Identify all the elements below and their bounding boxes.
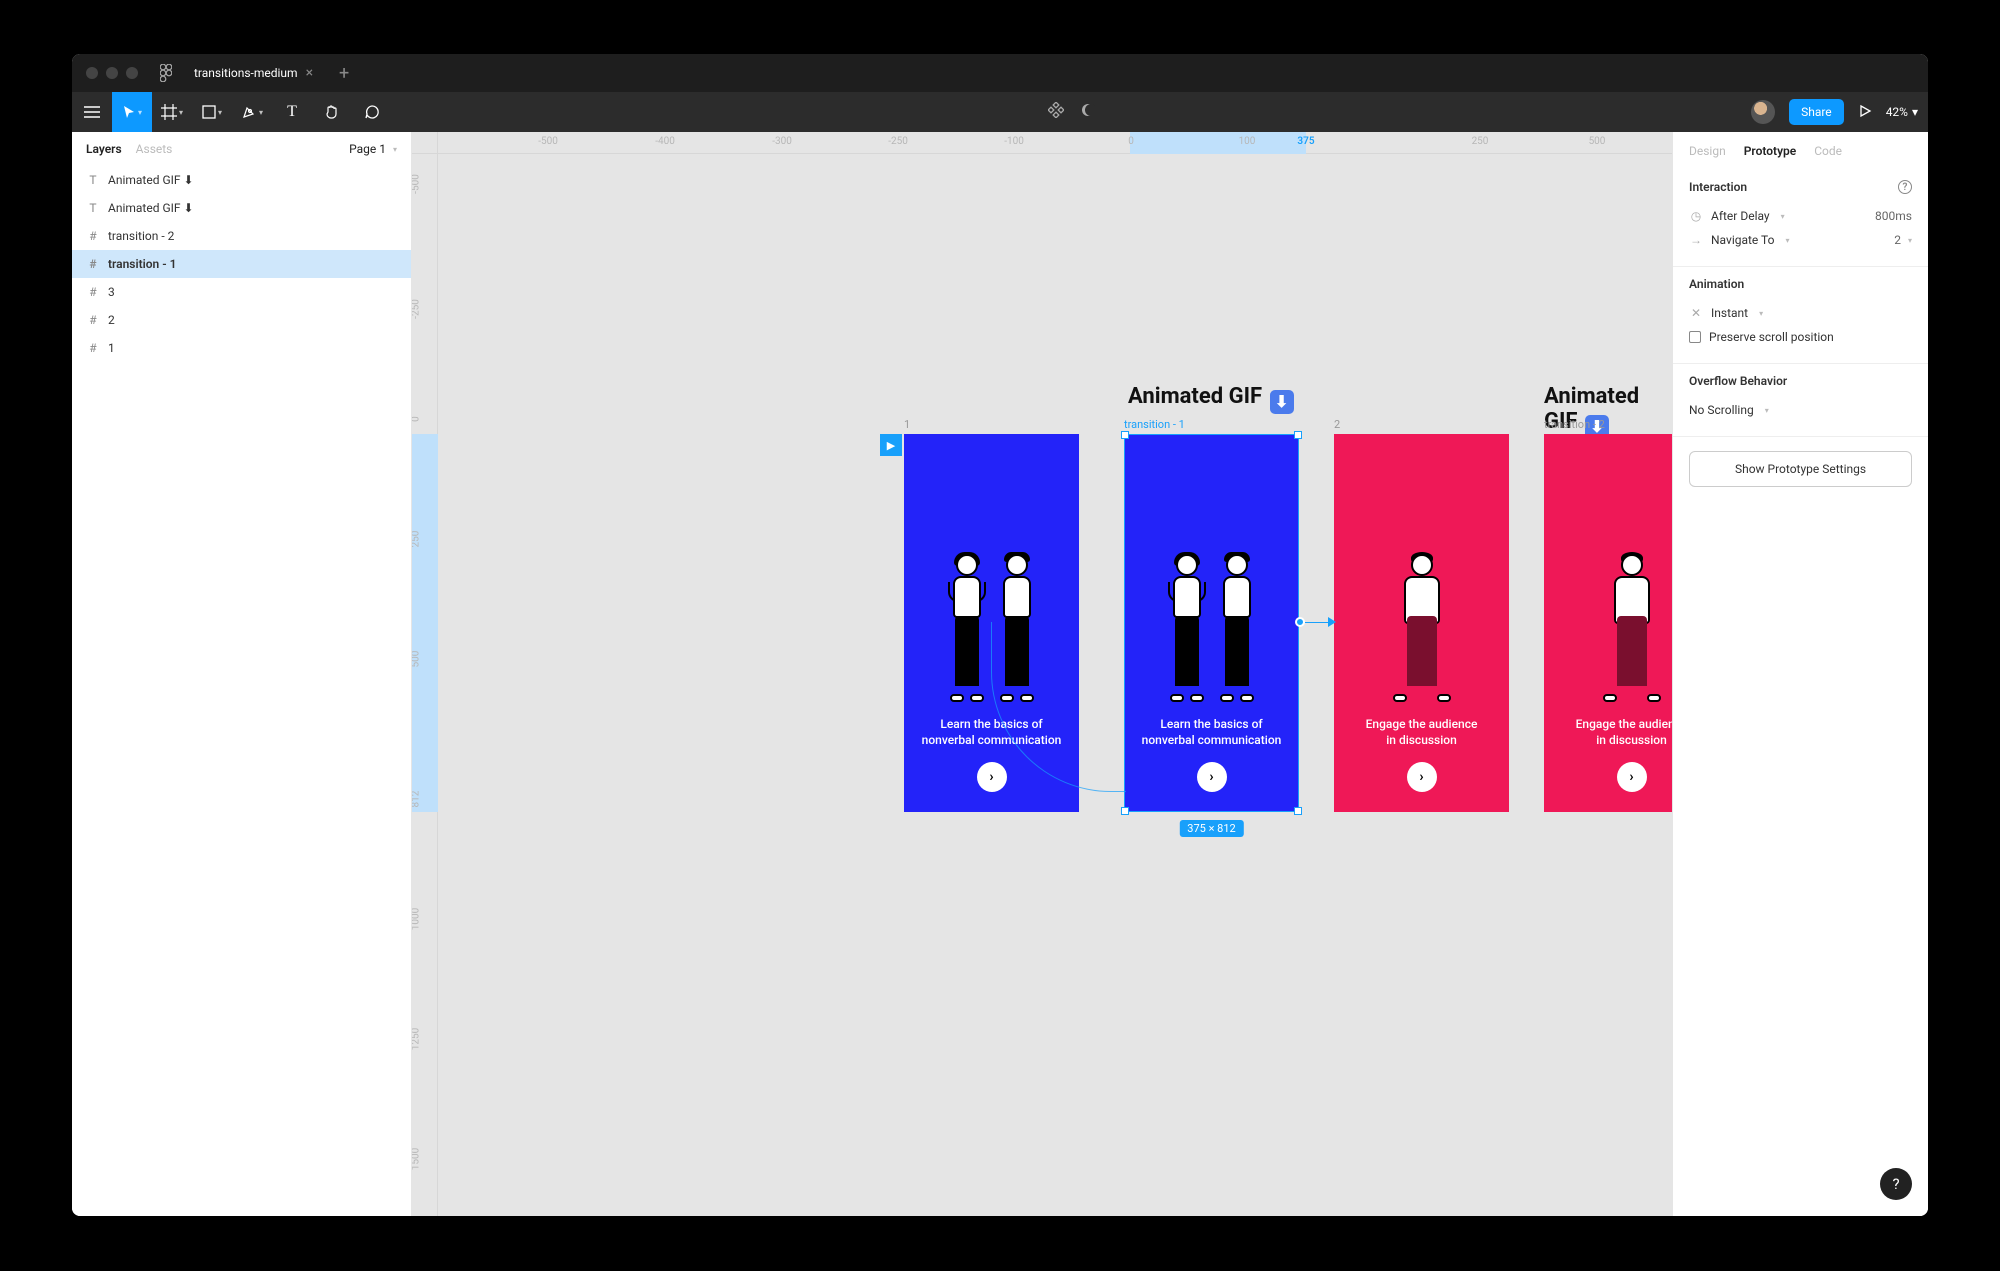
- frame-icon: #: [86, 229, 100, 243]
- prototype-connection[interactable]: [1305, 622, 1329, 623]
- hand-tool-button[interactable]: [312, 92, 352, 132]
- section-title: Overflow Behavior: [1689, 374, 1787, 388]
- layer-item[interactable]: TAnimated GIF ⬇: [72, 194, 411, 222]
- present-button[interactable]: [1858, 103, 1872, 122]
- interaction-section: Interaction? ◷After Delay▾ 800ms →Naviga…: [1673, 170, 1928, 267]
- tab-code[interactable]: Code: [1814, 144, 1842, 158]
- instant-icon: ✕: [1689, 306, 1703, 320]
- clock-icon: ◷: [1689, 209, 1703, 223]
- overflow-value-row[interactable]: No Scrolling▾: [1689, 398, 1912, 422]
- menu-button[interactable]: [72, 92, 112, 132]
- app-window: transitions-medium × + ▾ ▾ ▾ ▾ T Share 4…: [72, 54, 1928, 1216]
- zoom-select[interactable]: 42%▾: [1886, 105, 1918, 119]
- help-button[interactable]: ?: [1880, 1168, 1912, 1200]
- pen-tool-button[interactable]: ▾: [232, 92, 272, 132]
- tab-layers[interactable]: Layers: [86, 142, 122, 156]
- frame-label[interactable]: 1: [904, 418, 910, 431]
- frame-icon: #: [86, 257, 100, 271]
- layer-item[interactable]: #3: [72, 278, 411, 306]
- file-tab[interactable]: transitions-medium ×: [184, 54, 323, 92]
- section-title: Animation: [1689, 277, 1744, 291]
- file-tab-label: transitions-medium: [194, 66, 298, 80]
- mask-icon[interactable]: [1080, 102, 1096, 122]
- connection-start-dot[interactable]: [1295, 617, 1305, 627]
- frame-icon: #: [86, 341, 100, 355]
- left-panel: Layers Assets Page 1▾ TAnimated GIF ⬇ TA…: [72, 132, 412, 1216]
- layer-item[interactable]: TAnimated GIF ⬇: [72, 166, 411, 194]
- info-icon[interactable]: ?: [1898, 180, 1912, 194]
- share-button[interactable]: Share: [1789, 99, 1844, 125]
- text-tool-button[interactable]: T: [272, 92, 312, 132]
- frame-label[interactable]: transition - 1: [1124, 418, 1185, 431]
- tab-assets[interactable]: Assets: [136, 142, 173, 156]
- window-controls[interactable]: [86, 67, 138, 79]
- action-row[interactable]: →Navigate To▾ 2▾: [1689, 228, 1912, 252]
- next-button[interactable]: ›: [1617, 762, 1647, 792]
- comment-tool-button[interactable]: [352, 92, 392, 132]
- layers-list: TAnimated GIF ⬇ TAnimated GIF ⬇ #transit…: [72, 166, 411, 362]
- frame-transition-2[interactable]: Engage the audiencein discussion ›: [1544, 434, 1672, 812]
- next-button[interactable]: ›: [1407, 762, 1437, 792]
- overflow-section: Overflow Behavior No Scrolling▾: [1673, 364, 1928, 437]
- frame-label[interactable]: transition - 2: [1544, 418, 1605, 431]
- down-arrow-emoji-icon: ⬇: [1270, 390, 1294, 414]
- canvas[interactable]: Animated GIF ⬇ Animated GIF ⬇ 1 transiti…: [438, 154, 1672, 1216]
- frame-icon: #: [86, 285, 100, 299]
- tab-design[interactable]: Design: [1689, 144, 1726, 158]
- trigger-row[interactable]: ◷After Delay▾ 800ms: [1689, 204, 1912, 228]
- right-panel-tabs[interactable]: Design Prototype Code: [1673, 132, 1928, 170]
- animation-type-row[interactable]: ✕Instant▾: [1689, 301, 1912, 325]
- frame-icon: #: [86, 313, 100, 327]
- move-tool-button[interactable]: ▾: [112, 92, 152, 132]
- flow-start-icon[interactable]: ▶: [880, 434, 902, 456]
- frame-2[interactable]: Engage the audiencein discussion ›: [1334, 434, 1509, 812]
- ruler-vertical: -500 -250 0 250 500 812 1000 1250 1500: [412, 154, 438, 1216]
- text-icon: T: [86, 201, 100, 215]
- checkbox-unchecked[interactable]: [1689, 331, 1701, 343]
- add-tab-button[interactable]: +: [333, 63, 355, 84]
- layer-item[interactable]: #transition - 2: [72, 222, 411, 250]
- canvas-area[interactable]: -500 -400 -300 -250 -100 0 100 250 500 7…: [412, 132, 1672, 1216]
- ruler-corner: [412, 132, 438, 154]
- layer-item-selected[interactable]: #transition - 1: [72, 250, 411, 278]
- show-prototype-settings-button[interactable]: Show Prototype Settings: [1689, 451, 1912, 487]
- canvas-heading: Animated GIF ⬇: [1128, 384, 1294, 414]
- shape-tool-button[interactable]: ▾: [192, 92, 232, 132]
- titlebar: transitions-medium × +: [72, 54, 1928, 92]
- frame-label[interactable]: 2: [1334, 418, 1340, 431]
- close-tab-icon[interactable]: ×: [306, 65, 313, 81]
- tab-prototype[interactable]: Prototype: [1744, 144, 1797, 158]
- layer-item[interactable]: #1: [72, 334, 411, 362]
- card-caption: Engage the audiencein discussion: [1576, 716, 1672, 748]
- arrow-right-icon: →: [1689, 233, 1703, 247]
- page-selector[interactable]: Page 1▾: [349, 142, 397, 156]
- section-title: Interaction: [1689, 180, 1747, 194]
- right-panel: Design Prototype Code Interaction? ◷Afte…: [1672, 132, 1928, 1216]
- toolbar: ▾ ▾ ▾ ▾ T Share 42%▾: [72, 92, 1928, 132]
- layer-item[interactable]: #2: [72, 306, 411, 334]
- user-avatar[interactable]: [1751, 100, 1775, 124]
- connection-arrow-icon: [1328, 617, 1336, 627]
- selection-outline: 375 × 812: [1124, 434, 1299, 812]
- next-button[interactable]: ›: [977, 762, 1007, 792]
- selection-dimensions: 375 × 812: [1179, 820, 1243, 837]
- ruler-horizontal: -500 -400 -300 -250 -100 0 100 250 500 7…: [438, 132, 1672, 154]
- frame-tool-button[interactable]: ▾: [152, 92, 192, 132]
- animation-section: Animation ✕Instant▾ Preserve scroll posi…: [1673, 267, 1928, 364]
- left-panel-tabs[interactable]: Layers Assets: [86, 142, 172, 156]
- component-icon[interactable]: [1048, 102, 1064, 122]
- text-icon: T: [86, 173, 100, 187]
- preserve-scroll-row[interactable]: Preserve scroll position: [1689, 325, 1912, 349]
- card-caption: Engage the audiencein discussion: [1366, 716, 1478, 748]
- figma-logo-icon: [158, 65, 174, 81]
